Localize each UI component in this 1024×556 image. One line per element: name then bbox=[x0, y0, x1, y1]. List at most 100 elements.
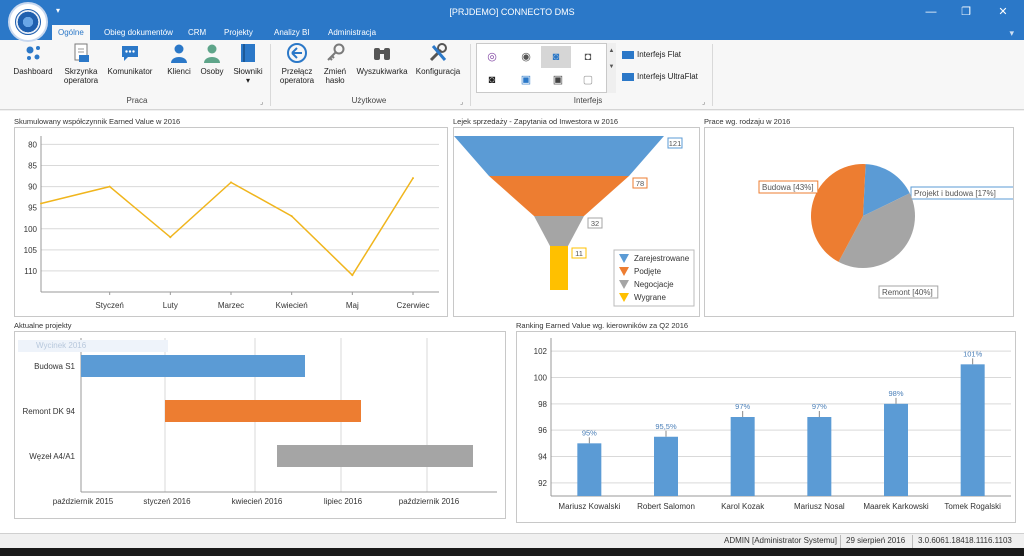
interfejs-flat-label: Interfejs Flat bbox=[637, 50, 682, 59]
x-tick-label: Mariusz Kowalski bbox=[558, 502, 620, 511]
klienci-label: Klienci bbox=[167, 67, 191, 76]
uzytkowe-launcher-icon[interactable]: ⌟ bbox=[460, 98, 463, 106]
line-chart: 80 85 90 95 100 105 110 Styczeń Luty Marzec Kwieci… bbox=[24, 136, 439, 310]
funnel-chart-panel[interactable]: 121 78 32 11 Zarejestrowane Podjęte Negocjacje… bbox=[453, 127, 700, 317]
skin-gallery[interactable]: ◎ ◉ ◙ ◘ ◙ ▣ ▣ ▢ bbox=[476, 43, 616, 93]
interfejs-flat-button[interactable]: Interfejs Flat bbox=[622, 50, 681, 59]
legend-label: Negocjacje bbox=[634, 280, 674, 289]
skrzynka-operatora-button[interactable]: Skrzynka operatora bbox=[58, 42, 104, 85]
close-button[interactable]: ✕ bbox=[988, 2, 1018, 22]
bar bbox=[807, 417, 832, 496]
zmien-haslo-label: Zmień hasło bbox=[323, 67, 347, 85]
y-tick-label: 85 bbox=[28, 162, 37, 171]
y-tick-label: 100 bbox=[534, 374, 548, 383]
tab-administracja[interactable]: Administracja bbox=[322, 25, 382, 40]
y-tick-label: 102 bbox=[534, 347, 548, 356]
chat-bubble-icon bbox=[122, 46, 138, 61]
przelacz-operatora-button[interactable]: Przełącz operatora bbox=[276, 42, 318, 85]
skin-icon[interactable]: ◉ bbox=[517, 48, 535, 66]
status-version: 3.0.6061.18418.1116.1103 bbox=[918, 536, 1012, 545]
slowniki-button[interactable]: Słowniki ▾ bbox=[228, 42, 268, 85]
osoby-label: Osoby bbox=[200, 67, 224, 76]
gantt-chart-panel[interactable]: październik 2015 styczeń 2016 kwiecień 201… bbox=[14, 331, 506, 519]
wyszukiwarka-button[interactable]: Wyszukiwarka bbox=[354, 42, 410, 76]
title-bar: ▾ [PRJDEMO] CONNECTO DMS — ❐ ✕ bbox=[0, 0, 1024, 25]
pie-label: Projekt i budowa [17%] bbox=[914, 189, 996, 198]
bar-value-label: 97% bbox=[735, 402, 750, 411]
bar-value-label: 95,5% bbox=[655, 422, 677, 431]
pie-chart-panel[interactable]: Projekt i budowa [17%] Remont [40%] Budowa… bbox=[704, 127, 1015, 317]
status-bar: ADMIN [Administrator Systemu] 29 sierpie… bbox=[0, 533, 1024, 548]
tab-obieg-dokumentow[interactable]: Obieg dokumentów bbox=[98, 25, 179, 40]
klienci-button[interactable]: Klienci bbox=[162, 42, 196, 76]
dashboard-icon bbox=[26, 46, 40, 60]
tools-icon bbox=[429, 43, 447, 62]
group-interfejs-label: Interfejs bbox=[573, 96, 603, 105]
tab-crm[interactable]: CRM bbox=[182, 25, 212, 40]
funnel-chart-title: Lejek sprzedaży - Zapytania od Inwestora… bbox=[453, 117, 619, 126]
dashboard-button[interactable]: Dashboard bbox=[10, 42, 56, 76]
interfejs-ultraflat-label: Interfejs UltraFlat bbox=[637, 72, 698, 81]
flat-skin-icon bbox=[622, 50, 634, 59]
bar bbox=[577, 443, 602, 496]
group-uzytkowe-label: Użytkowe bbox=[351, 96, 387, 105]
komunikator-label: Komunikator bbox=[107, 67, 153, 76]
zmien-haslo-button[interactable]: Zmień hasło bbox=[320, 42, 350, 85]
tab-ogolne[interactable]: Ogólne bbox=[52, 25, 90, 40]
bar-chart-panel[interactable]: 92 94 96 98 100 102 95% Mariusz Kowalski 95,5% Ro… bbox=[516, 331, 1016, 523]
y-tick-label: 94 bbox=[538, 453, 547, 462]
minimize-button[interactable]: — bbox=[916, 2, 946, 22]
y-tick-label: 95 bbox=[28, 204, 37, 213]
app-logo-icon[interactable] bbox=[8, 2, 48, 42]
line-point bbox=[169, 236, 172, 239]
bar-value-label: 97% bbox=[812, 402, 827, 411]
komunikator-button[interactable]: Komunikator bbox=[104, 42, 156, 76]
switch-arrow-icon bbox=[287, 43, 307, 63]
gantt-task-label: Budowa S1 bbox=[34, 362, 75, 371]
dashboard: Skumulowany współczynnik Earned Value w … bbox=[0, 111, 1024, 533]
konfiguracja-button[interactable]: Konfiguracja bbox=[412, 42, 464, 76]
x-tick-label: Robert Salomon bbox=[637, 502, 695, 511]
line-point bbox=[40, 202, 42, 205]
pie-chart: Projekt i budowa [17%] Remont [40%] Budowa… bbox=[758, 164, 1015, 299]
bar bbox=[730, 417, 755, 496]
praca-launcher-icon[interactable]: ⌟ bbox=[260, 98, 263, 106]
tab-analizy-bi[interactable]: Analizy BI bbox=[268, 25, 316, 40]
skin-icon[interactable]: ▣ bbox=[517, 71, 535, 89]
client-person-icon bbox=[171, 44, 187, 63]
line-point bbox=[290, 215, 293, 218]
skin-icon[interactable]: ◎ bbox=[483, 48, 501, 66]
line-chart-panel[interactable]: 80 85 90 95 100 105 110 Styczeń Luty Marzec Kwieci… bbox=[14, 127, 448, 317]
series-line bbox=[40, 177, 414, 277]
x-tick-label: Maarek Karkowski bbox=[863, 502, 929, 511]
group-separator bbox=[712, 44, 713, 106]
bar-value-label: 95% bbox=[582, 428, 597, 437]
skin-icon[interactable]: ▢ bbox=[579, 71, 597, 89]
bar bbox=[884, 403, 908, 496]
y-tick-label: 90 bbox=[28, 183, 37, 192]
gantt-bar bbox=[277, 445, 473, 467]
skin-icon[interactable]: ◘ bbox=[579, 48, 597, 66]
ribbon-options-icon[interactable]: ▾ bbox=[1003, 26, 1020, 41]
gallery-scroll[interactable]: ▲ ▼ bbox=[606, 43, 616, 93]
restore-button[interactable]: ❐ bbox=[951, 2, 981, 22]
x-tick-label: styczeń 2016 bbox=[143, 497, 191, 506]
inbox-documents-icon bbox=[74, 43, 89, 62]
konfiguracja-label: Konfiguracja bbox=[415, 67, 461, 76]
funnel-segment bbox=[534, 216, 584, 246]
pie-label: Remont [40%] bbox=[882, 288, 933, 297]
tab-projekty[interactable]: Projekty bbox=[218, 25, 259, 40]
skin-icon[interactable]: ▣ bbox=[549, 71, 567, 89]
group-separator bbox=[470, 44, 471, 106]
x-tick-label: Maj bbox=[346, 301, 359, 310]
bar bbox=[654, 436, 678, 496]
skin-icon[interactable]: ◙ bbox=[483, 71, 501, 89]
osoby-button[interactable]: Osoby bbox=[196, 42, 228, 76]
x-tick-label: Karol Kozak bbox=[721, 502, 765, 511]
ribbon: Dashboard Skrzynka operatora Komunikator… bbox=[0, 40, 1024, 110]
interfejs-launcher-icon[interactable]: ⌟ bbox=[702, 98, 705, 106]
interfejs-ultraflat-button[interactable]: Interfejs UltraFlat bbox=[622, 72, 698, 81]
status-user: ADMIN [Administrator Systemu] bbox=[724, 536, 837, 545]
skin-icon-selected[interactable]: ◙ bbox=[541, 46, 571, 68]
status-separator bbox=[912, 535, 913, 548]
